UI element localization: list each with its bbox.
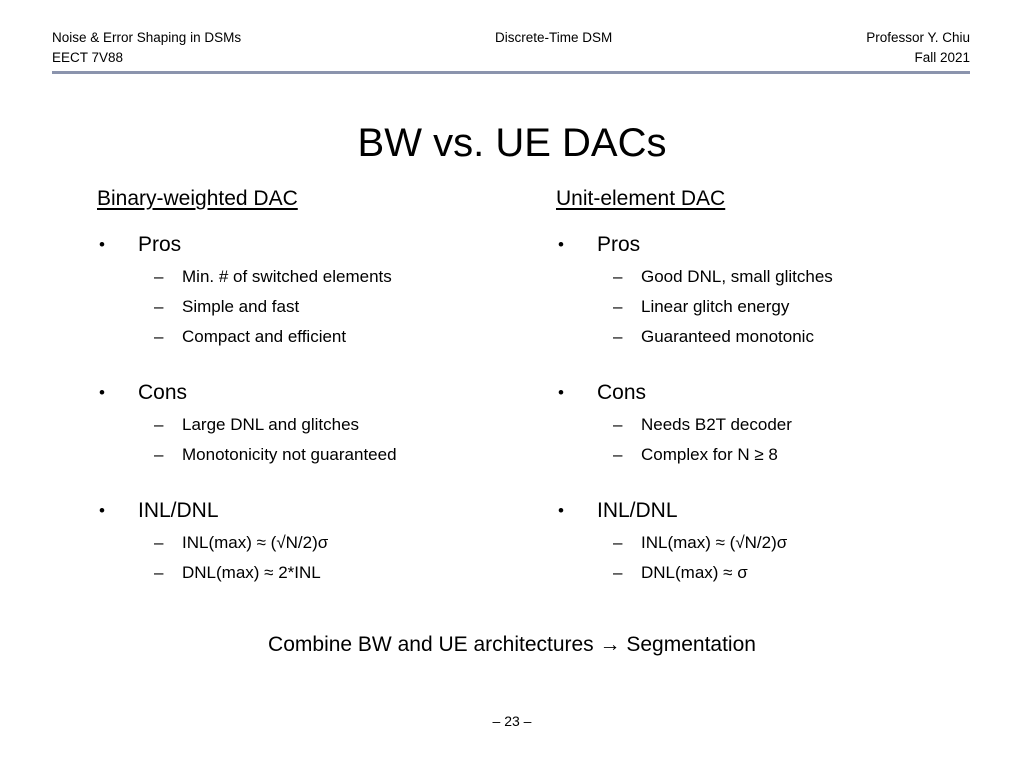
group-cons: • Cons – Large DNL and glitches – Monoto… <box>97 378 517 470</box>
dash-icon: – <box>613 267 623 286</box>
sub-bullet-label: Monotonicity not guaranteed <box>182 445 397 464</box>
bullet-item: • Pros <box>556 230 976 260</box>
column-heading: Unit-element DAC <box>556 187 726 210</box>
sub-bullet-label: Simple and fast <box>182 297 300 316</box>
sub-bullet-label: Good DNL, small glitches <box>641 267 833 286</box>
column-unit-element-dac: Unit-element DAC • Pros – Good DNL, smal… <box>556 186 976 600</box>
dash-icon: – <box>613 297 623 316</box>
dash-icon: – <box>154 533 164 552</box>
sub-bullet-label: Needs B2T decoder <box>641 415 792 434</box>
sub-bullet-item: – Complex for N ≥ 8 <box>556 440 976 470</box>
group-cons: • Cons – Needs B2T decoder – Complex for… <box>556 378 976 470</box>
conclusion-statement: Combine BW and UE architectures → Segmen… <box>268 633 756 656</box>
sub-bullet-label: Complex for N ≥ 8 <box>641 445 778 464</box>
header-instructor: Professor Y. Chiu <box>866 30 970 45</box>
sub-bullet-item: – DNL(max) ≈ 2*INL <box>97 558 517 588</box>
bullet-label: Pros <box>138 233 182 256</box>
sub-bullet-item: – Needs B2T decoder <box>556 410 976 440</box>
dash-icon: – <box>154 297 164 316</box>
page-number: – 23 – <box>492 713 532 729</box>
dash-icon: – <box>154 563 164 582</box>
bullet-label: Cons <box>138 381 188 404</box>
column-heading: Binary-weighted DAC <box>97 187 298 210</box>
bullet-dot-icon: • <box>558 501 564 520</box>
dash-icon: – <box>154 327 164 346</box>
dash-icon: – <box>154 267 164 286</box>
formula-inl-max: INL(max) ≈ (√N/2)σ <box>641 533 788 552</box>
dash-icon: – <box>154 415 164 434</box>
sub-bullet-item: – Linear glitch energy <box>556 292 976 322</box>
sub-bullet-item: – Min. # of switched elements <box>97 262 517 292</box>
header-topic: Discrete-Time DSM <box>495 30 613 45</box>
dash-icon: – <box>154 445 164 464</box>
group-inl-dnl: • INL/DNL – INL(max) ≈ (√N/2)σ – DNL(max… <box>97 496 517 588</box>
dash-icon: – <box>613 327 623 346</box>
bullet-dot-icon: • <box>99 235 105 254</box>
group-inl-dnl: • INL/DNL – INL(max) ≈ (√N/2)σ – DNL(max… <box>556 496 976 588</box>
sub-bullet-item: – Simple and fast <box>97 292 517 322</box>
bullet-item: • Pros <box>97 230 517 260</box>
bullet-item: • INL/DNL <box>97 496 517 526</box>
bullet-label: INL/DNL <box>597 499 678 522</box>
dash-icon: – <box>613 533 623 552</box>
slide-title: BW vs. UE DACs <box>357 120 667 165</box>
header-course-title: Noise & Error Shaping in DSMs <box>52 30 242 45</box>
sub-bullet-item: – Monotonicity not guaranteed <box>97 440 517 470</box>
bullet-item: • Cons <box>556 378 976 408</box>
group-pros: • Pros – Min. # of switched elements – S… <box>97 230 517 352</box>
sub-bullet-label: Large DNL and glitches <box>182 415 360 434</box>
sub-bullet-item: – DNL(max) ≈ σ <box>556 558 976 588</box>
bullet-dot-icon: • <box>99 501 105 520</box>
sub-bullet-item: – Good DNL, small glitches <box>556 262 976 292</box>
dash-icon: – <box>613 445 623 464</box>
dash-icon: – <box>613 563 623 582</box>
slide-header: Noise & Error Shaping in DSMs Discrete-T… <box>52 28 970 70</box>
header-row-2: EECT 7V88 Fall 2021 <box>52 48 970 68</box>
sub-bullet-label: Linear glitch energy <box>641 297 790 316</box>
group-pros: • Pros – Good DNL, small glitches – Line… <box>556 230 976 352</box>
sub-bullet-item: – Guaranteed monotonic <box>556 322 976 352</box>
formula-dnl-max: DNL(max) ≈ 2*INL <box>182 563 321 582</box>
sub-bullet-label: Min. # of switched elements <box>182 267 392 286</box>
dash-icon: – <box>613 415 623 434</box>
sub-bullet-item: – INL(max) ≈ (√N/2)σ <box>556 528 976 558</box>
sub-bullet-item: – Large DNL and glitches <box>97 410 517 440</box>
header-course-code: EECT 7V88 <box>52 50 124 65</box>
formula-dnl-max: DNL(max) ≈ σ <box>641 563 748 582</box>
header-row-1: Noise & Error Shaping in DSMs Discrete-T… <box>52 28 970 48</box>
header-term: Fall 2021 <box>914 50 970 65</box>
sub-bullet-label: Guaranteed monotonic <box>641 327 814 346</box>
bullet-label: INL/DNL <box>138 499 219 522</box>
bullet-item: • Cons <box>97 378 517 408</box>
bullet-dot-icon: • <box>558 383 564 402</box>
bullet-label: Cons <box>597 381 647 404</box>
column-binary-weighted-dac: Binary-weighted DAC • Pros – Min. # of s… <box>97 186 517 600</box>
sub-bullet-item: – INL(max) ≈ (√N/2)σ <box>97 528 517 558</box>
bullet-dot-icon: • <box>99 383 105 402</box>
header-divider-rule <box>52 71 970 74</box>
bullet-item: • INL/DNL <box>556 496 976 526</box>
bullet-dot-icon: • <box>558 235 564 254</box>
bullet-label: Pros <box>597 233 641 256</box>
sub-bullet-label: Compact and efficient <box>182 327 347 346</box>
formula-inl-max: INL(max) ≈ (√N/2)σ <box>182 533 329 552</box>
sub-bullet-item: – Compact and efficient <box>97 322 517 352</box>
